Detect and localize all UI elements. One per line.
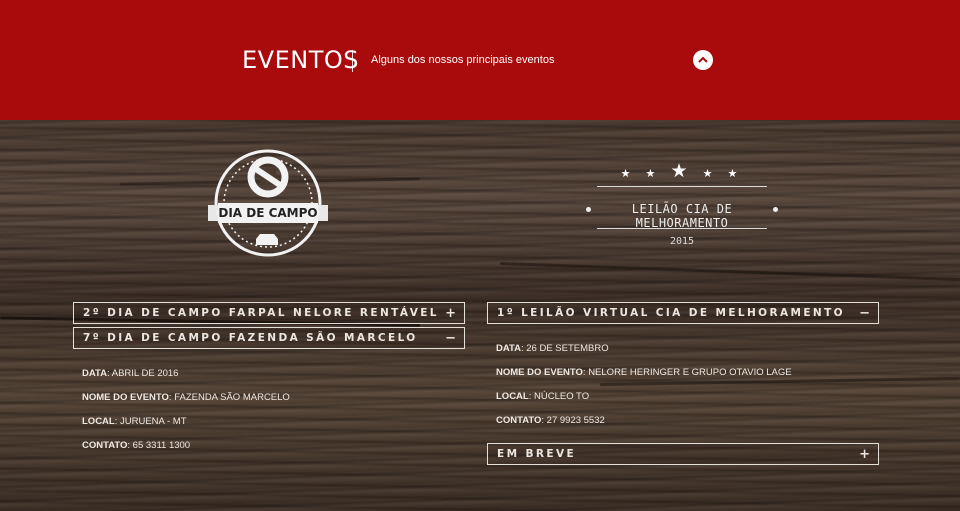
scroll-up-button[interactable] (693, 50, 713, 70)
detail-row: LOCAL: NÚCLEO TO (496, 391, 590, 402)
header-bar: EVENTOS Alguns dos nossos principais eve… (0, 0, 960, 120)
detail-row: DATA: ABRIL DE 2016 (82, 368, 179, 379)
leilao-year: 2015 (669, 236, 695, 247)
detail-row: LOCAL: JURUENA - MT (82, 416, 187, 427)
dia-de-campo-logo: DIA DE CAMPO (200, 145, 336, 269)
expand-plus-icon: + (859, 447, 870, 462)
collapse-minus-icon: − (445, 331, 456, 346)
expand-plus-icon: + (445, 306, 456, 321)
detail-row: NOME DO EVENTO: NELORE HERINGER E GRUPO … (496, 367, 792, 378)
detail-row: NOME DO EVENTO: FAZENDA SÃO MARCELO (82, 392, 290, 403)
detail-row: CONTATO: 65 3311 1300 (82, 440, 191, 451)
chevron-up-icon (698, 56, 708, 63)
accordion-label: 7º DIA DE CAMPO FAZENDA SÃO MARCELO (83, 332, 418, 344)
stars-icon: ★ ★ ★ ★ ★ (620, 161, 744, 182)
page-subtitle: Alguns dos nossos principais eventos (371, 54, 555, 66)
accordion-farpal[interactable]: 2º DIA DE CAMPO FARPAL NELORE RENTÁVEL + (73, 302, 465, 324)
detail-row: DATA: 26 DE SETEMBRO (496, 343, 609, 354)
accordion-leilao-virtual[interactable]: 1º LEILÃO VIRTUAL CIA DE MELHORAMENTO − (487, 302, 879, 324)
title-divider (352, 50, 353, 72)
collapse-minus-icon: − (859, 306, 870, 321)
accordion-em-breve[interactable]: EM BREVE + (487, 443, 879, 465)
accordion-label: 2º DIA DE CAMPO FARPAL NELORE RENTÁVEL (83, 307, 439, 319)
leilao-logo: ★ ★ ★ ★ ★ LEILÃO CIA DE MELHORAMENTO 201… (582, 160, 782, 255)
accordion-label: 1º LEILÃO VIRTUAL CIA DE MELHORAMENTO (497, 307, 846, 319)
accordion-sao-marcelo[interactable]: 7º DIA DE CAMPO FAZENDA SÃO MARCELO − (73, 327, 465, 349)
accordion-label: EM BREVE (497, 448, 577, 460)
leilao-title: LEILÃO CIA DE MELHORAMENTO (631, 202, 733, 230)
detail-row: CONTATO: 27 9923 5532 (496, 415, 605, 426)
badge-text: DIA DE CAMPO (218, 206, 318, 220)
page-title: EVENTOS (242, 46, 359, 74)
